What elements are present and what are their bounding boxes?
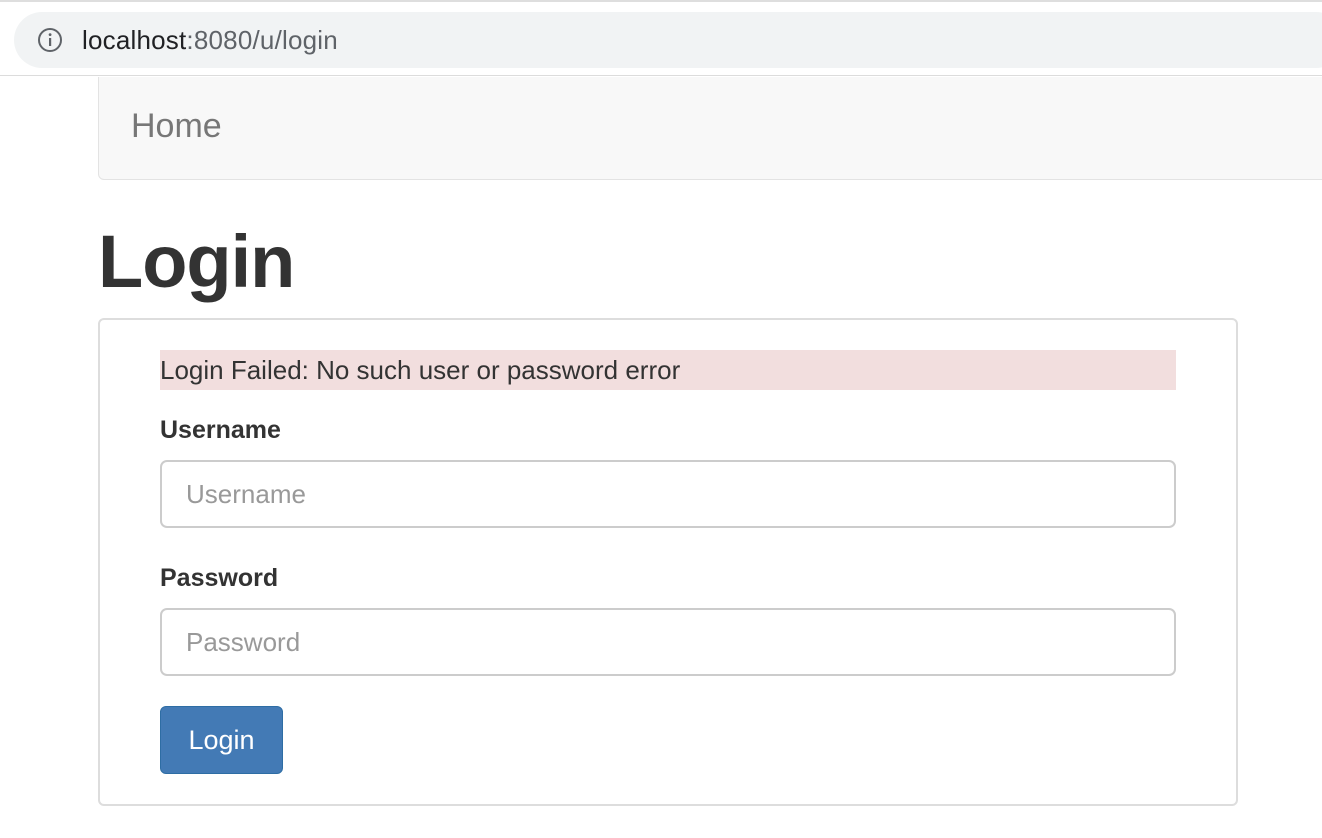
username-input[interactable]: [160, 460, 1176, 528]
navbar-home-link[interactable]: Home: [131, 107, 222, 146]
login-button[interactable]: Login: [160, 706, 283, 774]
url-host: localhost: [82, 24, 187, 55]
info-circle-icon[interactable]: [36, 26, 64, 54]
password-label: Password: [160, 564, 279, 592]
url-path: :8080/u/login: [186, 24, 338, 55]
password-input[interactable]: [160, 608, 1176, 676]
page-title: Login: [98, 220, 295, 303]
username-label: Username: [160, 416, 281, 444]
login-panel: Login Failed: No such user or password e…: [98, 318, 1238, 806]
navbar: Home: [98, 77, 1322, 180]
url-text[interactable]: localhost:8080/u/login: [82, 25, 338, 56]
address-bar[interactable]: localhost:8080/u/login: [14, 12, 1322, 68]
login-error-alert: Login Failed: No such user or password e…: [160, 350, 1176, 390]
browser-toolbar: localhost:8080/u/login: [0, 0, 1322, 76]
